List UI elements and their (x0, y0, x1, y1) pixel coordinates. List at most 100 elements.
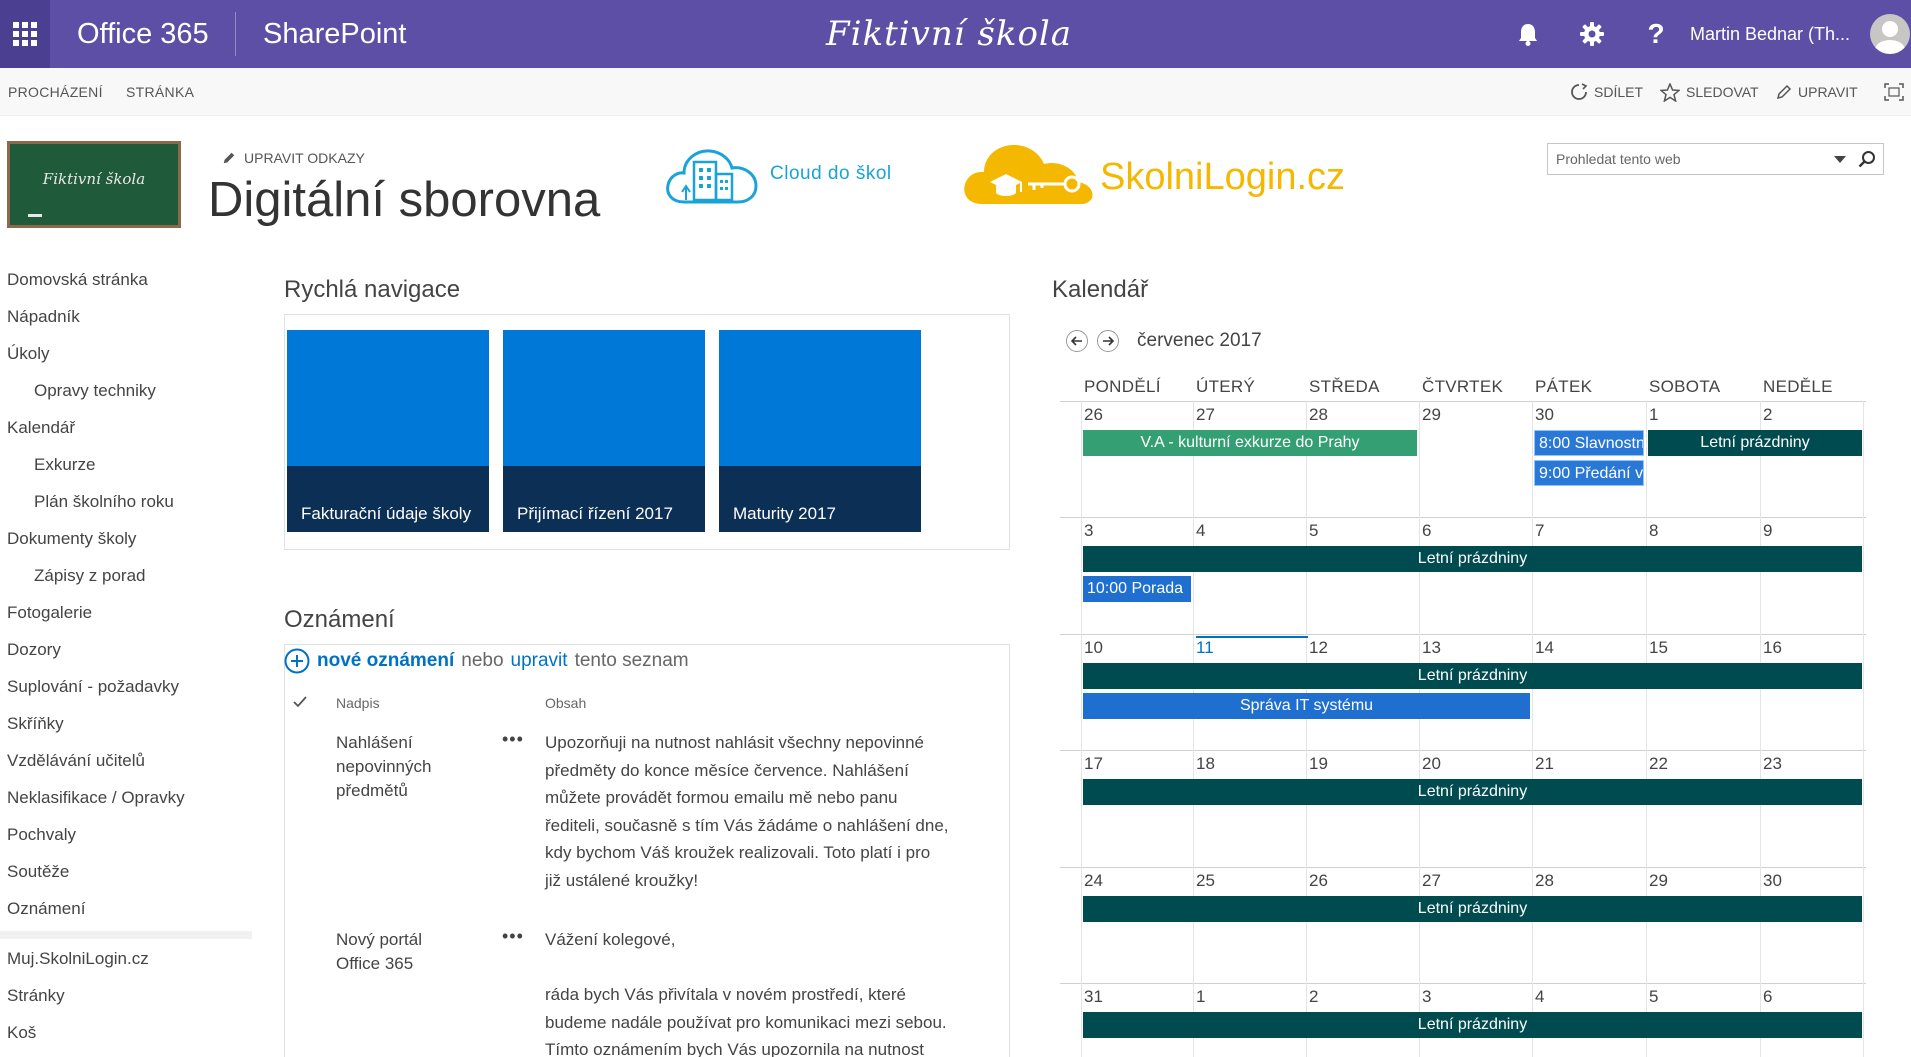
sidebar-item[interactable]: Pochvaly (7, 825, 76, 845)
sidebar-item[interactable]: Kalendář (7, 418, 75, 438)
more-options-icon[interactable]: ••• (502, 926, 524, 947)
notifications-button[interactable] (1496, 0, 1560, 68)
edit-links-button[interactable]: UPRAVIT ODKAZY (222, 150, 365, 166)
calendar-event[interactable]: 8:00 Slavnostní (1534, 430, 1644, 456)
sidebar-item[interactable]: Suplování - požadavky (7, 677, 179, 697)
previous-month-button[interactable] (1066, 330, 1088, 352)
star-icon (1660, 82, 1680, 102)
sidebar-item[interactable]: Neklasifikace / Opravky (7, 788, 185, 808)
calendar-event[interactable]: V.A - kulturní exkurze do Prahy (1083, 430, 1417, 456)
calendar-day-number: 2 (1309, 987, 1319, 1006)
calendar-day-cell[interactable] (1420, 518, 1532, 634)
sidebar-item[interactable]: Dokumenty školy (7, 529, 136, 549)
chevron-down-icon[interactable] (1834, 154, 1846, 164)
sharepoint-app-link[interactable]: SharePoint (263, 0, 407, 68)
announcement-title-link[interactable]: Nový portál Office 365 (336, 928, 422, 976)
calendar-day-number: 10 (1084, 638, 1103, 657)
search-icon[interactable] (1858, 150, 1876, 168)
announcement-body-line: již ustálené kroužky! (545, 870, 699, 890)
column-header-title[interactable]: Nadpis (336, 695, 380, 711)
tab-browse[interactable]: PROCHÁZENÍ (8, 68, 103, 116)
help-button[interactable]: ? (1624, 0, 1688, 68)
announcement-title-link[interactable]: Nahlášení nepovinných předmětů (336, 731, 431, 803)
calendar-event[interactable]: 9:00 Předání v (1534, 460, 1644, 486)
sidebar-item[interactable]: Exkurze (34, 455, 95, 475)
announcement-body-line: Tímto oznámením bych Vás upozornila na n… (545, 1040, 924, 1057)
calendar-event[interactable]: Letní prázdniny (1083, 896, 1862, 922)
new-announcement-link[interactable]: nové oznámení (317, 650, 454, 672)
tile-label: Maturity 2017 (733, 504, 836, 523)
calendar-day-number: 9 (1763, 521, 1773, 540)
search-input[interactable] (1548, 144, 1818, 174)
avatar[interactable] (1870, 14, 1910, 54)
quick-nav-title: Rychlá navigace (284, 276, 461, 303)
plus-circle-icon[interactable] (284, 648, 310, 674)
calendar-event[interactable]: 10:00 Porada (1083, 576, 1191, 602)
focus-mode-button[interactable] (1884, 68, 1904, 116)
cloud-do-skol-link[interactable]: Cloud do škol (770, 163, 892, 185)
follow-button[interactable]: SLEDOVAT (1660, 68, 1759, 116)
calendar-event[interactable]: Letní prázdniny (1083, 1012, 1862, 1038)
calendar-month-label: červenec 2017 (1137, 330, 1262, 351)
calendar-day-number: 26 (1084, 405, 1103, 424)
cloud-school-icon[interactable] (664, 142, 760, 208)
share-button[interactable]: SDÍLET (1570, 68, 1643, 116)
tab-page[interactable]: STRÁNKA (126, 68, 194, 116)
calendar-day-header: STŘEDA (1309, 377, 1380, 396)
share-icon (1571, 83, 1588, 100)
calendar-event[interactable]: Letní prázdniny (1648, 430, 1862, 456)
announcement-body-line: Vážení kolegové, (545, 930, 676, 949)
edit-page-label: UPRAVIT (1798, 84, 1858, 100)
calendar-day-cell[interactable] (1533, 518, 1646, 634)
suite-bar: Office 365 SharePoint Fiktivní škola ? M… (0, 0, 1911, 68)
calendar-day-number: 13 (1422, 638, 1441, 657)
announcement-body: Vážení kolegové, ráda bych Vás přivítala … (545, 928, 947, 1057)
sidebar-item[interactable]: Opravy techniky (34, 381, 156, 401)
calendar-day-number: 29 (1422, 405, 1441, 424)
calendar-event[interactable]: Správa IT systému (1083, 693, 1530, 719)
skolnilogin-cloud-icon[interactable] (960, 138, 1096, 210)
calendar-event[interactable]: Letní prázdniny (1083, 546, 1862, 572)
calendar-day-cell[interactable] (1761, 518, 1863, 634)
skolnilogin-link[interactable]: SkolniLogin.cz (1100, 156, 1345, 199)
user-name-link[interactable]: Martin Bednar (Th... (1690, 0, 1850, 68)
sidebar-item[interactable]: Stránky (7, 986, 65, 1006)
sidebar-item[interactable]: Muj.SkolniLogin.cz (7, 949, 149, 969)
select-all-checkmark-icon[interactable] (293, 696, 307, 708)
sidebar-item[interactable]: Oznámení (7, 899, 85, 919)
sidebar-item[interactable]: Vzdělávání učitelů (7, 751, 145, 771)
next-month-button[interactable] (1097, 330, 1119, 352)
calendar-day-cell[interactable] (1194, 518, 1306, 634)
calendar-day-cell[interactable] (1307, 518, 1419, 634)
sidebar-divider (0, 931, 252, 939)
more-options-icon[interactable]: ••• (502, 729, 524, 750)
calendar-day-number: 26 (1309, 871, 1328, 890)
calendar-day-cell[interactable] (1761, 402, 1863, 517)
announcement-title-line: předmětů (336, 781, 408, 800)
sidebar-item[interactable]: Soutěže (7, 862, 69, 882)
sidebar-item[interactable]: Nápadník (7, 307, 80, 327)
site-logo[interactable]: Fiktivní škola (7, 141, 181, 228)
calendar-event[interactable]: Letní prázdniny (1083, 663, 1862, 689)
sidebar-item[interactable]: Dozory (7, 640, 61, 660)
settings-button[interactable] (1560, 0, 1624, 68)
tile-prijimaci-rizeni[interactable]: Přijímací řízení 2017 (503, 330, 705, 532)
tile-maturity[interactable]: Maturity 2017 (719, 330, 921, 532)
edit-page-button[interactable]: UPRAVIT (1776, 68, 1858, 116)
calendar-day-number: 4 (1196, 521, 1206, 540)
sidebar-item[interactable]: Úkoly (7, 344, 50, 364)
office365-brand-link[interactable]: Office 365 (77, 0, 209, 68)
sidebar-item[interactable]: Fotogalerie (7, 603, 92, 623)
sidebar-item[interactable]: Koš (7, 1023, 36, 1043)
sidebar-item[interactable]: Skříňky (7, 714, 64, 734)
app-launcher-button[interactable] (0, 0, 50, 68)
calendar-event[interactable]: Letní prázdniny (1083, 779, 1862, 805)
sidebar-item[interactable]: Domovská stránka (7, 270, 148, 290)
tile-fakturacni-udaje[interactable]: Fakturační údaje školy (287, 330, 489, 532)
calendar-day-cell[interactable] (1647, 518, 1760, 634)
calendar-day-cell[interactable] (1647, 402, 1760, 517)
column-header-body[interactable]: Obsah (545, 695, 586, 711)
edit-list-link[interactable]: upravit (511, 650, 568, 672)
sidebar-item[interactable]: Plán školního roku (34, 492, 174, 512)
sidebar-item[interactable]: Zápisy z porad (34, 566, 146, 586)
